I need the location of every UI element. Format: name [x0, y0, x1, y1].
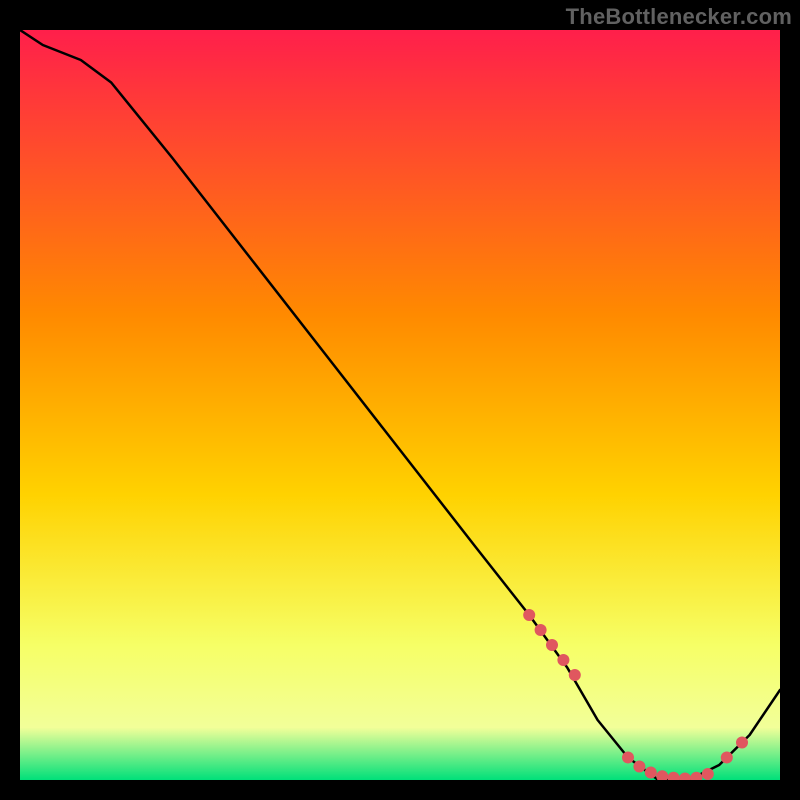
curve-marker: [645, 767, 657, 779]
bottleneck-chart: [20, 30, 780, 780]
curve-marker: [546, 639, 558, 651]
chart-frame: TheBottlenecker.com: [0, 0, 800, 800]
attribution-label: TheBottlenecker.com: [566, 4, 792, 30]
chart-svg: [20, 30, 780, 780]
curve-marker: [535, 624, 547, 636]
curve-marker: [622, 752, 634, 764]
curve-marker: [633, 761, 645, 773]
curve-marker: [523, 609, 535, 621]
curve-marker: [721, 752, 733, 764]
curve-marker: [736, 737, 748, 749]
gradient-background: [20, 30, 780, 780]
curve-marker: [569, 669, 581, 681]
curve-marker: [702, 768, 714, 780]
curve-marker: [557, 654, 569, 666]
